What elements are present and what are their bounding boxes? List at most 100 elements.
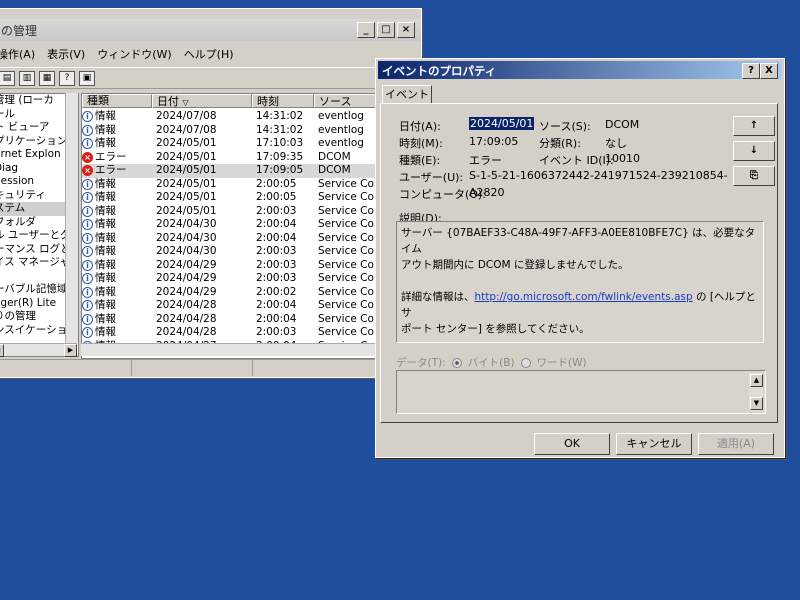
type-text: 情報 [95, 123, 116, 136]
list-rows: i 情報 2024/07/08 14:31:02 eventlog i 情報 2024/07/… [82, 110, 422, 353]
table-row[interactable]: i 情報 2024/05/01 2:00:05 Service Co [82, 178, 422, 192]
cell-date: 2024/04/29 [156, 258, 217, 271]
dialog-title-bar[interactable]: イベントのプロパティ ? X [378, 61, 782, 79]
column-date[interactable]: 日付 ▽ [152, 94, 252, 108]
cell-time: 17:09:05 [256, 164, 304, 176]
next-event-button[interactable]: ↓ [733, 141, 775, 161]
computer-value: A2820 [469, 186, 505, 199]
menu-view[interactable]: 表示(V) [41, 45, 91, 63]
scroll-down-arrow-icon[interactable]: ▼ [750, 397, 763, 410]
cell-date: 2024/05/01 [156, 150, 217, 163]
cell-type: i情報 [82, 259, 152, 273]
cell-type: i情報 [82, 286, 152, 300]
cell-time: 2:00:05 [256, 177, 297, 190]
help-button[interactable]: ? [742, 63, 760, 79]
cell-date: 2024/04/30 [156, 231, 217, 244]
cell-time: 2:00:02 [256, 285, 297, 298]
event-properties-dialog: イベントのプロパティ ? X イベント 日付(A): 2024/05/01 ソー… [375, 58, 785, 458]
cell-date: 2024/05/01 [156, 191, 217, 203]
print-icon[interactable]: ▥ [19, 70, 35, 86]
date-value[interactable]: 2024/05/01 [469, 117, 535, 130]
event-id-label: イベント ID(I): [539, 154, 614, 167]
export-icon[interactable]: ▦ [39, 70, 55, 86]
event-id-value: 10010 [605, 152, 640, 165]
table-row[interactable]: × エラー 2024/05/01 17:09:35 DCOM [82, 151, 422, 165]
table-row[interactable]: i 情報 2024/04/30 2:00:04 Service Co [82, 232, 422, 246]
menu-help[interactable]: ヘルプ(H) [178, 45, 240, 63]
mgmt-title-bar[interactable]: の管理 _ □ × [0, 19, 421, 41]
cell-date: 2024/07/08 [156, 110, 217, 122]
table-row[interactable]: i 情報 2024/07/08 14:31:02 eventlog [82, 124, 422, 138]
type-text: 情報 [95, 110, 116, 122]
ok-button[interactable]: OK [534, 433, 610, 455]
minimize-button[interactable]: _ [357, 22, 375, 38]
column-type[interactable]: 種類 [82, 94, 152, 108]
table-row[interactable]: i 情報 2024/05/01 2:00:03 Service Co [82, 205, 422, 219]
table-row[interactable]: i 情報 2024/05/01 2:00:05 Service Co [82, 191, 422, 205]
dialog-close-button[interactable]: X [760, 63, 778, 79]
description-line: アウト期間内に DCOM に登録しませんでした。 [401, 259, 629, 271]
properties-icon[interactable]: ▤ [0, 70, 15, 86]
table-row[interactable]: i 情報 2024/04/30 2:00:03 Service Co [82, 245, 422, 259]
words-radio[interactable] [520, 357, 531, 368]
table-row[interactable]: i 情報 2024/04/29 2:00:03 Service Co [82, 272, 422, 286]
table-row[interactable]: i 情報 2024/04/29 2:00:03 Service Co [82, 259, 422, 273]
table-row[interactable]: × エラー 2024/05/01 17:09:05 DCOM [82, 164, 422, 178]
cancel-button[interactable]: キャンセル [616, 433, 692, 455]
menu-bar: 操作(A) 表示(V) ウィンドウ(W) ヘルプ(H) [0, 45, 240, 63]
data-scrollbar[interactable]: ▲ ▼ [749, 373, 763, 411]
help-link[interactable]: http://go.microsoft.com/fwlink/events.as… [475, 291, 693, 303]
apply-button[interactable]: 適用(A) [698, 433, 774, 455]
menu-action[interactable]: 操作(A) [0, 45, 41, 63]
table-row[interactable]: i 情報 2024/05/01 17:10:03 eventlog [82, 137, 422, 151]
type-text: 情報 [95, 177, 116, 190]
info-icon: i [82, 111, 93, 123]
tree-vertical-scrollbar[interactable] [65, 93, 78, 343]
cell-date: 2024/04/30 [156, 245, 217, 257]
cell-date: 2024/04/28 [156, 312, 217, 325]
table-row[interactable]: i 情報 2024/07/08 14:31:02 eventlog [82, 110, 422, 124]
list-horizontal-scrollbar[interactable] [81, 343, 421, 356]
cell-date: 2024/07/08 [156, 123, 217, 136]
scroll-right-arrow-icon[interactable]: ▶ [64, 344, 77, 357]
tree-horizontal-scrollbar[interactable]: ◀ ▶ [0, 343, 77, 357]
scroll-up-arrow-icon[interactable]: ▲ [750, 374, 763, 387]
maximize-button[interactable]: □ [377, 22, 395, 38]
cell-time: 2:00:04 [256, 299, 297, 311]
dialog-title: イベントのプロパティ [382, 64, 497, 78]
data-text-box[interactable]: ▲ ▼ [396, 370, 766, 414]
table-row[interactable]: i 情報 2024/04/29 2:00:02 Service Co [82, 286, 422, 300]
cell-time: 2:00:03 [256, 258, 297, 271]
type-text: 情報 [95, 285, 116, 298]
menu-window[interactable]: ウィンドウ(W) [91, 45, 177, 63]
cell-date: 2024/05/01 [156, 177, 217, 190]
type-text: 情報 [95, 258, 116, 271]
help-icon[interactable]: ? [59, 70, 75, 86]
close-button[interactable]: × [397, 22, 415, 38]
info-icon: i [82, 124, 93, 136]
words-radio-label: ワード(W) [536, 357, 587, 369]
column-time[interactable]: 時刻 [252, 94, 314, 108]
bytes-radio[interactable] [451, 357, 462, 368]
cell-date: 2024/04/28 [156, 299, 217, 311]
status-segment [0, 360, 132, 376]
tab-event[interactable]: イベント [382, 85, 432, 104]
table-row[interactable]: i 情報 2024/04/28 2:00:04 Service Co [82, 299, 422, 313]
view-icon[interactable]: ▣ [79, 70, 95, 86]
table-row[interactable]: i 情報 2024/04/30 2:00:04 Service Co [82, 218, 422, 232]
cell-time: 2:00:04 [256, 312, 297, 325]
type-text: 情報 [95, 191, 116, 203]
info-icon: i [82, 327, 93, 339]
type-text: 情報 [95, 272, 116, 284]
scroll-left-arrow-icon[interactable]: ◀ [0, 344, 4, 357]
previous-event-button[interactable]: ↑ [733, 116, 775, 136]
copy-button[interactable]: ⎘ [733, 166, 775, 186]
type-text: 情報 [95, 231, 116, 244]
table-row[interactable]: i 情報 2024/04/28 2:00:03 Service Co [82, 326, 422, 340]
cell-type: i情報 [82, 191, 152, 205]
table-row[interactable]: i 情報 2024/04/28 2:00:04 Service Co [82, 313, 422, 327]
mgmt-title: の管理 [1, 24, 38, 38]
status-segment [132, 360, 253, 376]
description-text-box[interactable]: サーバー {07BAEF33-C48A-49F7-AFF3-A0EE810BFE… [396, 221, 764, 343]
cell-type: i情報 [82, 178, 152, 192]
